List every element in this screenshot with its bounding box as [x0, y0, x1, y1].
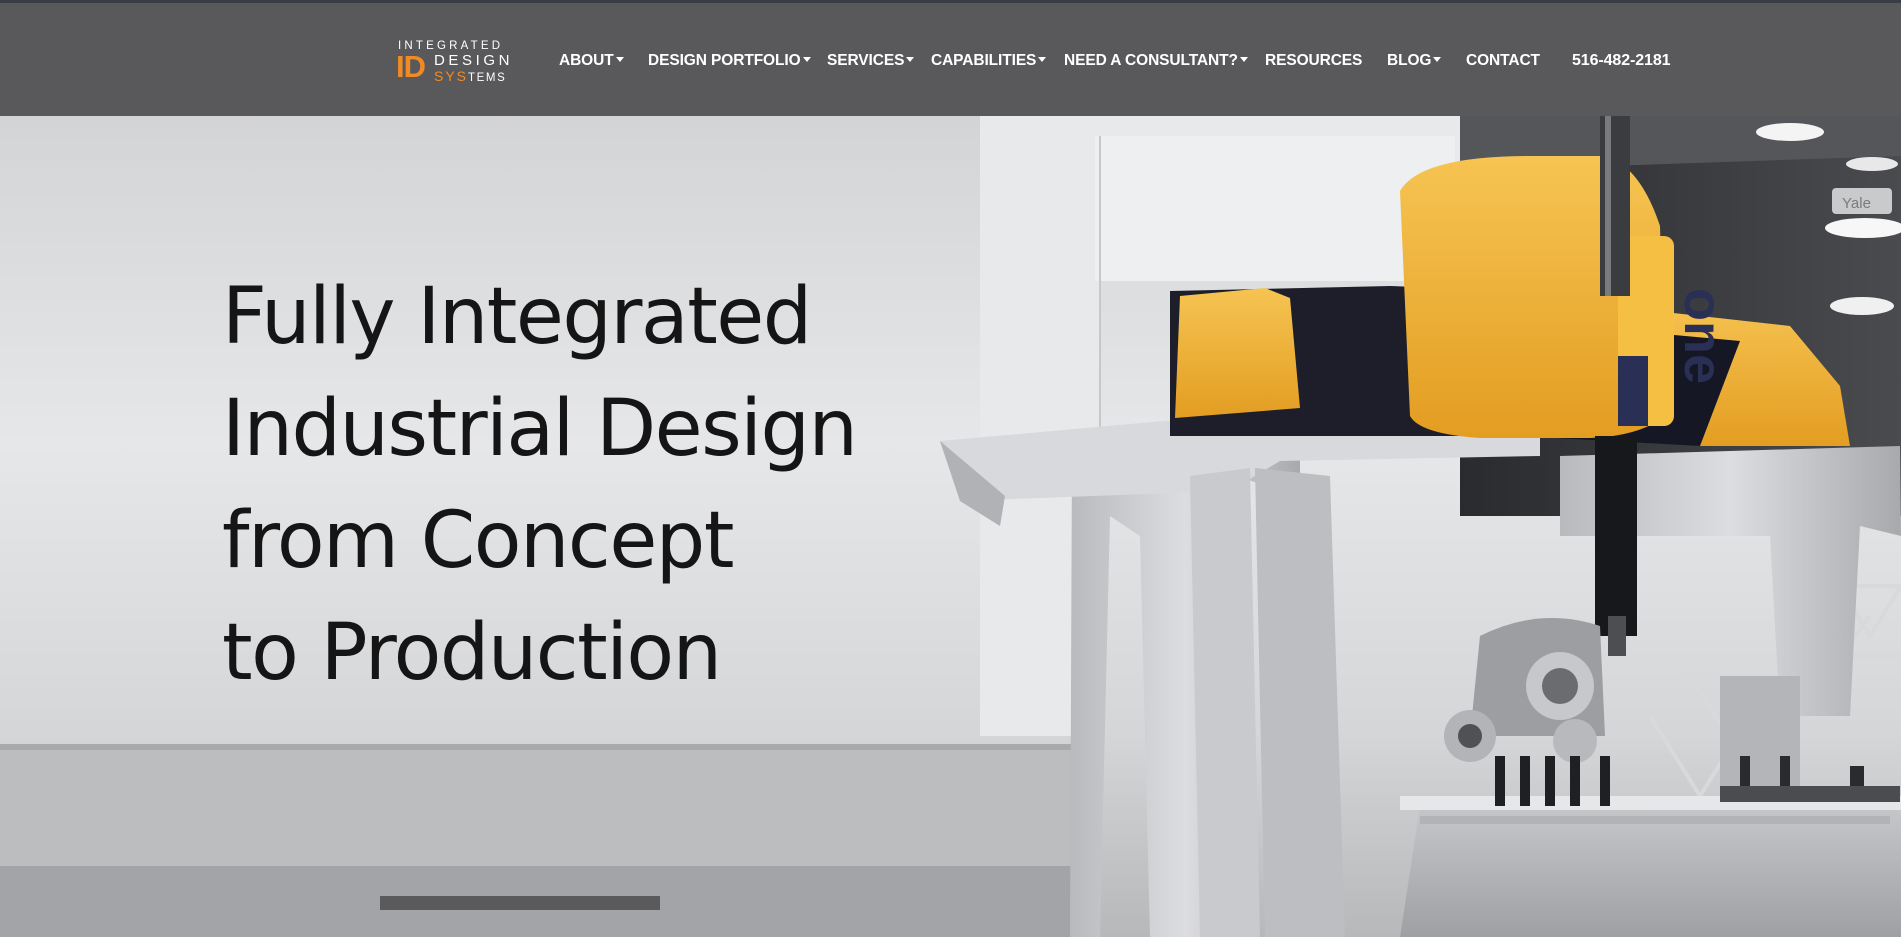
nav-design-portfolio[interactable]: DESIGN PORTFOLIO	[648, 50, 811, 72]
hero-line-1: Fully Integrated	[222, 272, 812, 362]
logo-tems: TEMS	[468, 72, 507, 84]
dropdown-caret-icon	[1239, 57, 1248, 63]
nav-blog[interactable]: BLOG	[1387, 50, 1442, 72]
nav-design-portfolio-label: DESIGN PORTFOLIO	[648, 52, 801, 69]
nav-contact[interactable]: CONTACT	[1466, 50, 1540, 72]
hero-banner: Yale one Fully Integrated Industrial Des…	[0, 116, 1901, 937]
nav-about[interactable]: ABOUT	[559, 50, 624, 72]
dropdown-caret-icon	[1433, 57, 1442, 63]
one-badge: one	[1673, 288, 1733, 384]
nav-need-a-consultant[interactable]: NEED A CONSULTANT?	[1064, 50, 1248, 72]
logo-id-mark: ID	[396, 49, 426, 84]
yale-sign: Yale	[1842, 195, 1871, 212]
logo-word-systems: SYSTEMS	[434, 69, 506, 85]
site-header: INTEGRATED ID DESIGN SYSTEMS ABOUT DESIG…	[0, 3, 1901, 116]
nav-services[interactable]: SERVICES	[827, 50, 915, 72]
nav-phone-link[interactable]: 516-482-2181	[1572, 50, 1671, 72]
site-logo[interactable]: INTEGRATED ID DESIGN SYSTEMS	[396, 40, 524, 88]
nav-resources[interactable]: RESOURCES	[1265, 50, 1362, 72]
logo-word-design: DESIGN	[434, 52, 514, 69]
dropdown-caret-icon	[615, 57, 624, 63]
nav-need-a-consultant-label: NEED A CONSULTANT?	[1064, 52, 1238, 69]
nav-capabilities-label: CAPABILITIES	[931, 52, 1037, 69]
nav-about-label: ABOUT	[559, 52, 614, 69]
hero-line-2: Industrial Design	[222, 384, 858, 474]
dropdown-caret-icon	[906, 57, 915, 63]
logo-sys-accent: SYS	[434, 68, 469, 84]
hero-line-4: to Production	[222, 608, 722, 698]
dropdown-caret-icon	[802, 57, 811, 63]
nav-resources-label: RESOURCES	[1265, 52, 1363, 69]
nav-contact-label: CONTACT	[1466, 52, 1540, 69]
hero-headline: Fully Integrated Industrial Design from …	[222, 261, 858, 709]
hero-line-3: from Concept	[222, 496, 734, 586]
nav-services-label: SERVICES	[827, 52, 905, 69]
nav-blog-label: BLOG	[1387, 52, 1432, 69]
dropdown-caret-icon	[1038, 57, 1047, 63]
nav-capabilities[interactable]: CAPABILITIES	[931, 50, 1047, 72]
